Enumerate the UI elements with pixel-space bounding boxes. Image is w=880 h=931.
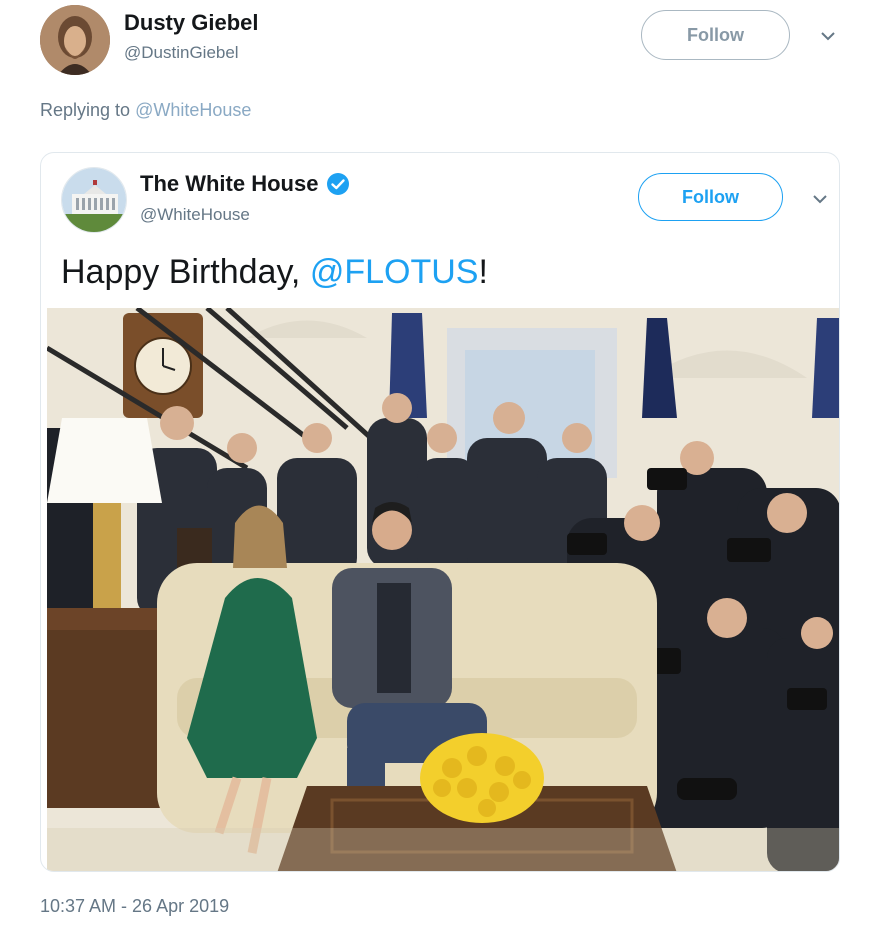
chevron-down-icon[interactable] xyxy=(820,28,836,49)
quoted-author-handle[interactable]: @WhiteHouse xyxy=(140,205,250,225)
tweet-timestamp[interactable]: 10:37 AM - 26 Apr 2019 xyxy=(40,896,229,917)
verified-badge-icon xyxy=(326,172,350,196)
quoted-tweet-card[interactable]: The White House @WhiteHouse Follow Happy… xyxy=(40,152,840,872)
quoted-follow-button[interactable]: Follow xyxy=(638,173,783,221)
reply-to-link[interactable]: @WhiteHouse xyxy=(135,100,251,120)
follow-button[interactable]: Follow xyxy=(641,10,790,60)
quoted-author-avatar[interactable] xyxy=(61,167,127,233)
quoted-author-row: The White House xyxy=(140,171,350,197)
quoted-tweet-text: Happy Birthday, @FLOTUS! xyxy=(61,253,488,292)
replying-to: Replying to @WhiteHouse xyxy=(40,100,251,121)
quoted-chevron-down-icon[interactable] xyxy=(812,191,828,212)
author-name[interactable]: Dusty Giebel xyxy=(124,10,258,36)
tweet-text-suffix: ! xyxy=(478,253,488,291)
reply-prefix: Replying to xyxy=(40,100,131,120)
tweet-photo[interactable] xyxy=(47,308,839,871)
quoted-author-name[interactable]: The White House xyxy=(140,171,318,197)
tweet-text-prefix: Happy Birthday, xyxy=(61,253,310,291)
author-avatar[interactable] xyxy=(40,5,110,75)
author-handle[interactable]: @DustinGiebel xyxy=(124,43,239,63)
mention-link[interactable]: @FLOTUS xyxy=(310,253,479,291)
